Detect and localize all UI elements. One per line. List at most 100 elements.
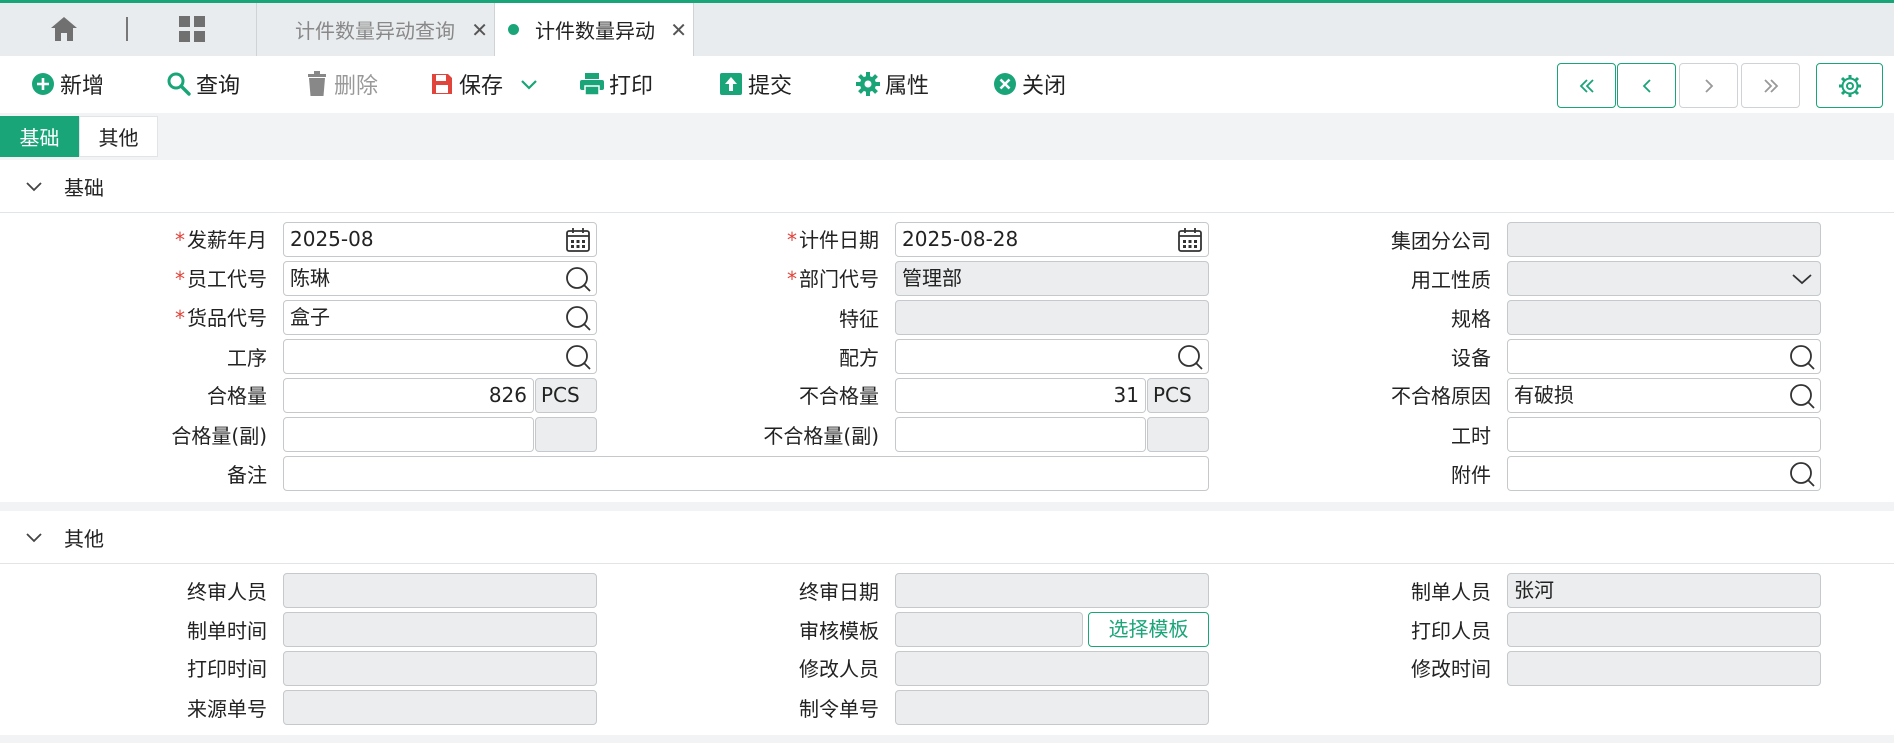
qualified-sub-field[interactable] (283, 417, 534, 452)
employee-field[interactable]: 陈琳 (283, 261, 597, 296)
printer-icon (579, 71, 605, 97)
gear-icon (855, 71, 881, 97)
piece-date-label: * 计件日期 (787, 228, 879, 252)
chevron-down-icon (26, 182, 42, 192)
goods-label: * 货品代号 (175, 306, 267, 330)
printer-field (1507, 612, 1821, 647)
equipment-label: 设备 (1451, 346, 1491, 370)
qualified-qty-label: 合格量 (207, 384, 267, 408)
select-template-button[interactable]: 选择模板 (1088, 612, 1209, 647)
review-template-label: 审核模板 (799, 619, 879, 643)
attachment-field[interactable] (1507, 456, 1821, 491)
modify-time-field (1507, 651, 1821, 686)
print-button[interactable]: 打印 (579, 68, 653, 100)
source-no-label: 来源单号 (187, 697, 267, 721)
remark-field[interactable] (283, 456, 1209, 491)
search-icon (1790, 462, 1815, 487)
piece-date-field[interactable]: 2025-08-28 (895, 222, 1209, 257)
modifier-field (895, 651, 1209, 686)
settings-button[interactable] (1816, 63, 1883, 108)
work-hours-field[interactable] (1507, 417, 1821, 452)
spec-field (1507, 300, 1821, 335)
tab-label: 计件数量异动查询 (295, 19, 455, 43)
formula-field[interactable] (895, 339, 1209, 374)
employee-label: * 员工代号 (175, 267, 267, 291)
save-dropdown-button[interactable] (516, 68, 546, 100)
equipment-field[interactable] (1507, 339, 1821, 374)
last-record-button[interactable] (1741, 63, 1800, 108)
properties-label: 属性 (885, 74, 930, 99)
subtab-basic[interactable]: 基础 (0, 116, 79, 157)
feature-label: 特征 (839, 307, 879, 331)
submit-button[interactable]: 提交 (718, 68, 792, 100)
section-title: 基础 (64, 176, 104, 200)
home-icon[interactable] (48, 13, 80, 45)
modify-time-label: 修改时间 (1411, 657, 1491, 681)
dept-label: * 部门代号 (787, 267, 879, 291)
unqualified-unit: PCS (1147, 378, 1209, 413)
apps-grid-icon[interactable] (177, 14, 207, 44)
dept-field: 管理部 (895, 261, 1209, 296)
form-subtabs: 基础 其他 (0, 116, 158, 157)
order-no-field (895, 690, 1209, 725)
group-company-label: 集团分公司 (1391, 229, 1491, 253)
unqualified-sub-label: 不合格量(副) (763, 424, 879, 448)
goods-field[interactable]: 盒子 (283, 300, 597, 335)
final-review-date-field (895, 573, 1209, 608)
work-hours-label: 工时 (1451, 424, 1491, 448)
close-circle-icon (992, 71, 1018, 97)
remark-label: 备注 (227, 463, 267, 487)
final-reviewer-label: 终审人员 (187, 580, 267, 604)
close-label: 关闭 (1022, 74, 1067, 99)
close-icon[interactable]: ✕ (670, 18, 687, 42)
calendar-icon (566, 228, 590, 252)
unqualified-sub-field[interactable] (895, 417, 1146, 452)
create-time-label: 制单时间 (187, 619, 267, 643)
close-icon[interactable]: ✕ (471, 18, 488, 42)
process-label: 工序 (227, 346, 267, 370)
review-template-field (895, 612, 1083, 647)
qualified-unit: PCS (535, 378, 597, 413)
add-button[interactable]: 新增 (30, 68, 104, 100)
unqualified-sub-unit (1147, 417, 1209, 452)
unqualified-reason-label: 不合格原因 (1391, 384, 1491, 408)
printer-label: 打印人员 (1411, 619, 1491, 643)
chevron-down-icon (26, 533, 42, 543)
chevron-down-icon (1792, 274, 1812, 285)
search-icon (1790, 345, 1815, 370)
other-section-header[interactable]: 其他 (0, 511, 1894, 564)
chevron-left-icon (1642, 78, 1651, 93)
qualified-qty-field[interactable]: 826 (283, 378, 534, 413)
chevron-right-icon (1704, 78, 1713, 93)
process-field[interactable] (283, 339, 597, 374)
active-dot-icon (508, 24, 519, 35)
final-reviewer-field (283, 573, 597, 608)
unqualified-reason-field[interactable]: 有破损 (1507, 378, 1821, 413)
submit-label: 提交 (748, 74, 793, 99)
calendar-icon (1178, 228, 1202, 252)
formula-label: 配方 (839, 346, 879, 370)
tab-piece-change[interactable]: 计件数量异动 ✕ (494, 3, 694, 56)
properties-button[interactable]: 属性 (855, 68, 929, 100)
tab-label: 计件数量异动 (535, 19, 655, 43)
source-no-field (283, 690, 597, 725)
subtab-other[interactable]: 其他 (79, 116, 158, 157)
search-icon (566, 267, 591, 292)
tab-piece-change-query[interactable]: 计件数量异动查询 ✕ (257, 3, 494, 56)
delete-button[interactable]: 删除 (304, 68, 378, 100)
order-no-label: 制令单号 (799, 697, 879, 721)
employment-type-select[interactable] (1507, 261, 1821, 296)
double-chevron-left-icon (1579, 78, 1594, 93)
upload-icon (718, 71, 744, 97)
basic-section-header[interactable]: 基础 (0, 160, 1894, 213)
search-icon (566, 345, 591, 370)
first-record-button[interactable] (1557, 63, 1616, 108)
close-button[interactable]: 关闭 (992, 68, 1066, 100)
pay-month-field[interactable]: 2025-08 (283, 222, 597, 257)
save-button[interactable]: 保存 (429, 68, 503, 100)
unqualified-qty-field[interactable]: 31 (895, 378, 1146, 413)
previous-record-button[interactable] (1617, 63, 1676, 108)
query-button[interactable]: 查询 (166, 68, 240, 100)
next-record-button[interactable] (1679, 63, 1738, 108)
double-chevron-right-icon (1763, 78, 1778, 93)
